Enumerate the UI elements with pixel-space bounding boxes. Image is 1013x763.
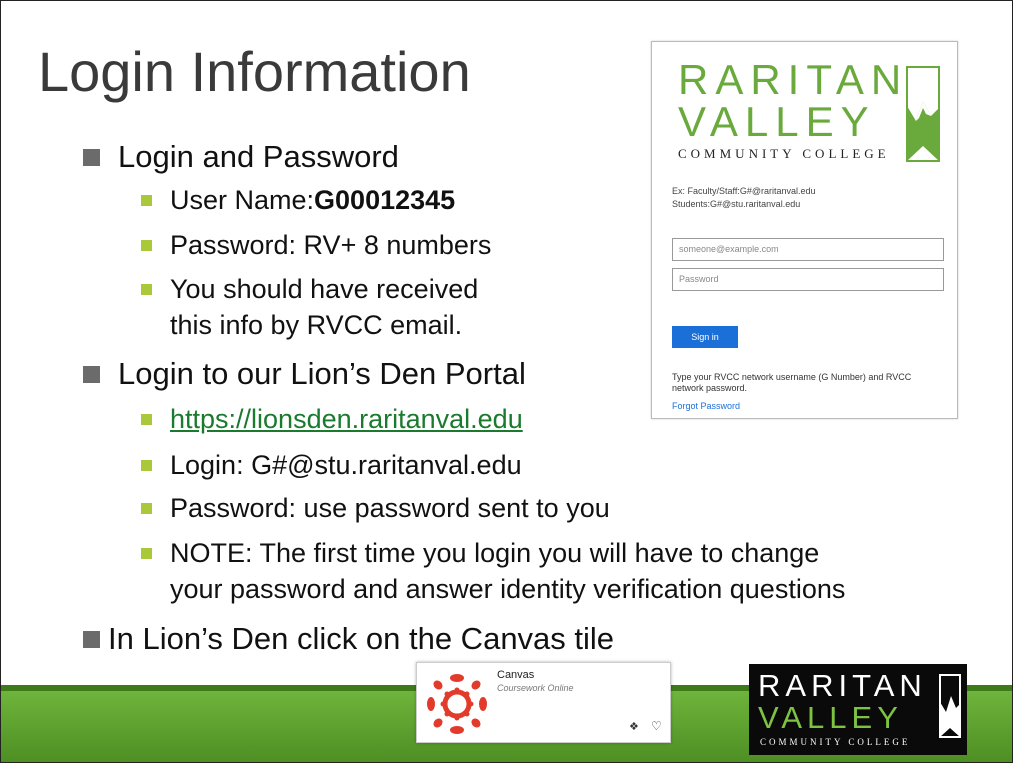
bullet-square-icon [83,630,100,648]
bullet-login-password: Login and Password [83,139,399,175]
footer-logo-valley: VALLEY [758,700,903,735]
sub-bullet-square-icon [141,240,152,251]
logo-community-college: COMMUNITY COLLEGE [678,146,890,161]
hint-faculty: Ex: Faculty/Staff:G#@raritanval.edu [672,186,816,196]
login-card: RARITAN VALLEY COMMUNITY COLLEGE Ex: Fac… [651,41,958,419]
sub-bullet-username: User Name: G00012345 [141,182,455,218]
sign-in-button[interactable]: Sign in [672,326,738,348]
sub-bullet-square-icon [141,460,152,471]
mountain-flag-icon [939,674,961,738]
lionsden-link[interactable]: https://lionsden.raritanval.edu [170,401,523,437]
mountain-banner-icon [906,66,940,162]
page-title: Login Information [38,40,471,103]
note-line-2: your password and answer identity verifi… [170,574,846,604]
bullet-text: Login and Password [118,139,399,174]
password-text: Password: RV+ 8 numbers [170,230,492,260]
sub-bullet-login: Login: G#@stu.raritanval.edu [141,447,522,483]
sub-bullet-note: NOTE: The first time you login you will … [141,535,845,607]
note-text: NOTE: The first time you login you will … [170,535,845,607]
note-line-1: NOTE: The first time you login you will … [170,538,820,568]
logo-raritan: RARITAN [678,56,909,103]
password-field[interactable]: Password [672,268,944,291]
hint-students: Students:G#@stu.raritanval.edu [672,199,801,209]
canvas-tile-name: Canvas [497,669,535,681]
info-icon[interactable]: ❖ [629,720,639,733]
sub-bullet-square-icon [141,284,152,295]
sub-bullet-square-icon [141,548,152,559]
sub-bullet-square-icon [141,195,152,206]
slide: Login Information Login and Password Use… [0,0,1013,763]
sub-bullet-received: You should have received this info by RVC… [141,271,478,343]
footer-logo-raritan: RARITAN [758,668,927,703]
bullet-square-icon [83,365,100,383]
footer-logo: RARITAN VALLEY COMMUNITY COLLEGE [749,664,967,755]
bullet-text: In Lion’s Den click on the Canvas tile [108,621,615,656]
login-text: Login: G#@stu.raritanval.edu [170,450,522,480]
sub-bullet-square-icon [141,414,152,425]
received-text: You should have received this info by RVC… [170,271,478,343]
heart-icon[interactable]: ♡ [651,719,662,733]
password-sent-text: Password: use password sent to you [170,493,610,523]
canvas-tile-subtitle: Coursework Online [497,683,574,693]
login-note: Type your RVCC network username (G Numbe… [672,372,912,393]
received-line-1: You should have received [170,274,479,304]
sub-bullet-password-sent: Password: use password sent to you [141,490,610,526]
canvas-tile[interactable]: Canvas Coursework Online ❖ ♡ [416,662,671,743]
sub-bullet-square-icon [141,503,152,514]
logo-valley: VALLEY [678,98,876,145]
username-value: G00012345 [314,185,456,215]
email-field[interactable]: someone@example.com [672,238,944,261]
bullet-square-icon [83,148,100,166]
bullet-text: Login to our Lion’s Den Portal [118,356,526,391]
forgot-password-link[interactable]: Forgot Password [672,401,740,411]
footer-logo-community-college: COMMUNITY COLLEGE [760,737,911,747]
received-line-2: this info by RVCC email. [170,310,463,340]
bullet-lions-den: Login to our Lion’s Den Portal [83,356,526,392]
canvas-logo-icon [427,674,487,734]
bullet-canvas-tile: In Lion’s Den click on the Canvas tile [83,621,614,657]
username-label: User Name: [170,185,315,215]
sub-bullet-url: https://lionsden.raritanval.edu [141,401,523,437]
sub-bullet-password: Password: RV+ 8 numbers [141,227,491,263]
